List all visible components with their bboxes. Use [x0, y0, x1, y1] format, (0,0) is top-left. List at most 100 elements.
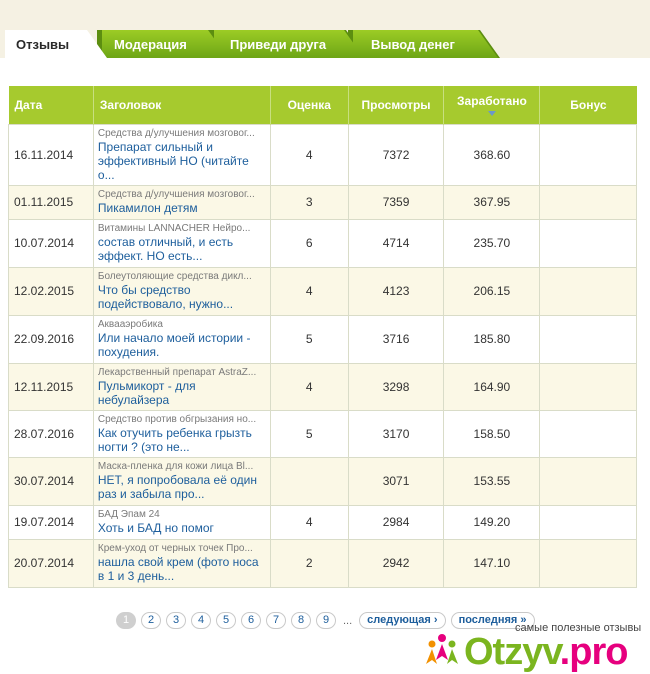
reviews-table: Дата Заголовок Оценка Просмотры Заработа… — [8, 86, 637, 588]
table-row: 12.02.2015 Болеутоляющие средства дикл...… — [8, 266, 637, 316]
row-category: Лекарственный препарат AstraZ... — [97, 366, 257, 378]
row-rating: 5 — [269, 314, 349, 364]
page-7-button[interactable]: 7 — [266, 612, 286, 629]
watermark-logo: Otzyv.pro — [420, 631, 629, 673]
review-link[interactable]: Пульмикорт - для небулайзера — [98, 379, 266, 407]
row-bonus — [539, 456, 637, 506]
page-2-button[interactable]: 2 — [141, 612, 161, 629]
row-date: 12.02.2015 — [8, 266, 94, 316]
page-9-button[interactable]: 9 — [316, 612, 336, 629]
page-1-button[interactable]: 1 — [116, 612, 136, 629]
row-earned: 235.70 — [443, 218, 541, 268]
review-link[interactable]: Как отучить ребенка грызть ногти ? (это … — [98, 426, 266, 454]
header-label: Дата — [14, 97, 43, 112]
table-row: 28.07.2016 Средство против обгрызания но.… — [8, 409, 637, 458]
review-link[interactable]: НЕТ, я попробовала её один раз и забыла … — [98, 473, 266, 501]
row-earned: 368.60 — [443, 123, 541, 186]
column-header-earned[interactable]: Заработано — [443, 86, 541, 124]
review-link[interactable]: Пикамилон детям — [98, 201, 266, 215]
page-8-button[interactable]: 8 — [291, 612, 311, 629]
row-bonus — [539, 218, 637, 268]
row-category: Крем-уход от черных точек Про... — [97, 543, 253, 554]
row-earned: 367.95 — [443, 184, 541, 220]
row-date: 28.07.2016 — [8, 409, 94, 458]
tab-moderation[interactable]: Модерация — [102, 30, 228, 58]
row-bonus — [539, 362, 637, 411]
row-title-cell: Средства д/улучшения мозговог... Препарат… — [92, 123, 271, 186]
table-row: 30.07.2014 Маска-пленка для кожи лица Bl.… — [8, 456, 637, 506]
row-views: 4714 — [347, 218, 445, 268]
row-bonus — [539, 504, 637, 540]
page-4-button[interactable]: 4 — [191, 612, 211, 629]
table-row: 16.11.2014 Средства д/улучшения мозговог.… — [8, 123, 637, 186]
row-earned: 147.10 — [443, 538, 541, 588]
pagination: 1 2 3 4 5 6 7 8 9... следующая › последняя » — [116, 612, 535, 629]
tab-label: Приведи друга — [230, 36, 327, 52]
row-date: 12.11.2015 — [8, 362, 94, 411]
page-5-button[interactable]: 5 — [216, 612, 236, 629]
row-title-cell: Болеутоляющие средства дикл... Что бы сре… — [92, 266, 271, 316]
column-header-rating[interactable]: Оценка — [270, 86, 349, 124]
row-earned: 164.90 — [443, 362, 541, 411]
row-category: Маска-пленка для кожи лица Bl... — [97, 461, 254, 472]
row-rating: 4 — [269, 504, 349, 540]
column-header-views[interactable]: Просмотры — [348, 86, 445, 124]
next-page-button[interactable]: следующая › — [359, 612, 446, 629]
row-rating: 4 — [269, 123, 349, 186]
review-link[interactable]: нашла свой крем (фото носа в 1 и 3 день.… — [98, 555, 266, 583]
column-header-title[interactable]: Заголовок — [93, 86, 271, 124]
review-link[interactable]: состав отличный, и есть эффект. НО есть.… — [98, 235, 266, 263]
row-category: Аквааэробика — [97, 319, 163, 330]
row-title-cell: Средства д/улучшения мозговог... Пикамило… — [92, 184, 271, 220]
review-link[interactable]: Или начало моей истории - похудения. — [98, 331, 266, 359]
header-label: Заработано — [457, 93, 527, 108]
row-title-cell: Крем-уход от черных точек Про... нашла св… — [92, 538, 271, 588]
row-date: 22.09.2016 — [8, 314, 94, 364]
row-earned: 185.80 — [443, 314, 541, 364]
watermark-logo-text: Otzyv.pro — [464, 631, 629, 673]
review-link[interactable]: Хоть и БАД но помог — [98, 521, 266, 535]
tab-withdraw[interactable]: Вывод денег — [353, 30, 498, 58]
table-row: 01.11.2015 Средства д/улучшения мозговог.… — [8, 184, 637, 220]
tab-label: Отзывы — [16, 36, 70, 52]
row-earned: 206.15 — [443, 266, 541, 316]
review-link[interactable]: Препарат сильный и эффективный НО (читай… — [98, 140, 266, 182]
header-label: Просмотры — [361, 97, 431, 112]
review-link[interactable]: Что бы средство подействовало, нужно... — [98, 283, 266, 311]
row-date: 19.07.2014 — [8, 504, 94, 540]
row-category: Средства д/улучшения мозговог... — [97, 189, 255, 200]
tab-reviews[interactable]: Отзывы — [5, 30, 107, 58]
table-row: 20.07.2014 Крем-уход от черных точек Про.… — [8, 538, 637, 588]
column-header-bonus[interactable]: Бонус — [539, 86, 637, 124]
tab-invite-friend[interactable]: Приведи друга — [214, 30, 364, 58]
row-rating — [269, 456, 349, 506]
row-date: 10.07.2014 — [8, 218, 94, 268]
row-bonus — [539, 123, 637, 186]
row-rating: 5 — [269, 409, 349, 458]
row-rating: 4 — [269, 362, 349, 411]
header-label: Заголовок — [99, 97, 162, 112]
row-rating: 6 — [269, 218, 349, 268]
tab-label: Модерация — [114, 36, 187, 52]
row-title-cell: Средство против обгрызания но... Как отуч… — [92, 409, 271, 458]
header-label: Бонус — [570, 97, 607, 112]
column-header-date[interactable]: Дата — [8, 86, 94, 124]
row-rating: 4 — [269, 266, 349, 316]
row-title-cell: Витамины LANNACHER Нейро... состав отличн… — [92, 218, 271, 268]
row-title-cell: Маска-пленка для кожи лица Bl... НЕТ, я п… — [92, 456, 271, 506]
header-label: Оценка — [287, 97, 331, 112]
page-6-button[interactable]: 6 — [241, 612, 261, 629]
table-row: 19.07.2014 БАД Эпам 24 Хоть и БАД но помог… — [8, 504, 637, 540]
row-views: 3170 — [347, 409, 445, 458]
logo-suffix-text: .pro — [559, 631, 629, 673]
row-category: Витамины LANNACHER Нейро... — [97, 223, 251, 234]
row-bonus — [539, 266, 637, 316]
row-category: Болеутоляющие средства дикл... — [97, 271, 252, 282]
row-date: 30.07.2014 — [8, 456, 94, 506]
row-date: 20.07.2014 — [8, 538, 94, 588]
row-rating: 3 — [269, 184, 349, 220]
tab-label: Вывод денег — [371, 36, 455, 52]
page-3-button[interactable]: 3 — [166, 612, 186, 629]
row-views: 7359 — [347, 184, 445, 220]
row-date: 01.11.2015 — [8, 184, 94, 220]
